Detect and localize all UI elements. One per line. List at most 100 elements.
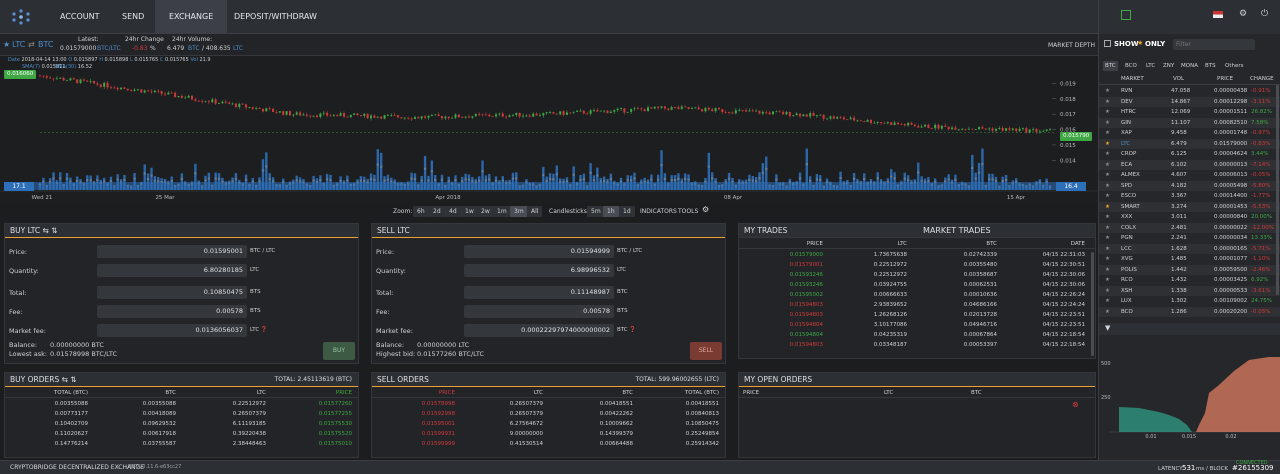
table-row[interactable]: 0.01595001 6.27564672 0.10009662 0.10850475 [372,420,725,429]
table-row[interactable]: 0.10402709 0.09629532 6.11193185 0.01575530 [5,420,358,429]
cancel-order-icon[interactable]: ⊗ [1072,400,1079,409]
list-item[interactable]: ★ HTRC 12.069 0.00001511 26.82% [1099,107,1280,118]
favorite-star-icon[interactable]: ★ [1105,296,1110,307]
table-row[interactable]: 0.01599999 0.41530514 0.00664488 0.25914342 [372,440,725,449]
favorite-star-icon[interactable]: ★ [1105,254,1110,265]
list-item[interactable]: ★ SMART 3.274 0.00001453 -5.53% [1099,201,1280,212]
list-item[interactable]: ★ XAP 9.458 0.00001748 -0.97% [1099,128,1280,139]
list-item[interactable]: ★ XSH 1.338 0.00000533 -3.61% [1099,285,1280,297]
favorite-star-icon[interactable]: ★ [1105,286,1110,297]
favorite-star-icon[interactable]: ★ [1105,181,1110,192]
market-tab-mona[interactable]: MONA [1179,61,1200,71]
list-item[interactable]: ★ XXX 3.011 0.00000840 20.00% [1099,212,1280,223]
highest-bid-value[interactable]: 0.01577260 BTC/LTC [417,350,484,358]
list-item[interactable]: ★ RVN 47.058 0.00000438 -0.91% [1099,86,1280,97]
price-chart[interactable]: Date 2018-04-14 13:00 O 0.015897 H 0.015… [0,56,1098,202]
list-item[interactable]: ★ PGN 2.241 0.00000034 13.33% [1099,233,1280,244]
favorite-star-icon[interactable]: ★ [1105,307,1110,318]
power-icon[interactable]: ⏻ [1261,9,1268,19]
favorite-star-icon[interactable]: ★ [1105,139,1110,150]
buy-total-input[interactable]: 0.10850475 [97,286,247,299]
favorite-star-icon[interactable]: ★ [1105,160,1110,171]
table-row[interactable]: 0.14776214 0.03755587 2.38448463 0.01575010 [5,440,358,449]
favorite-star-icon[interactable]: ★ [1105,107,1110,118]
favorite-star-icon[interactable]: ★ [1105,118,1110,129]
buy-button[interactable]: BUY [323,342,355,360]
candle-1d[interactable]: 1d [619,206,635,217]
table-row[interactable]: 0.01578998 0.26507379 0.00418551 0.00418551 [372,400,725,409]
table-row[interactable]: 0.01579001 0.22512972 0.00355480 04/15 22:3… [739,261,1095,270]
list-item[interactable]: ★ CROP 6.125 0.00004624 3.44% [1099,149,1280,160]
table-row[interactable]: 0.00773177 0.00418089 0.26507379 0.01577255 [5,410,358,419]
depth-collapse-bar[interactable]: ▼ [1099,323,1280,335]
star-icon[interactable]: ★ [3,40,10,49]
table-row[interactable]: 0.01592998 0.26507379 0.00422262 0.00840813 [372,410,725,419]
list-item[interactable]: ★ BCO 1.286 0.00020200 -0.05% [1099,306,1280,318]
table-row[interactable]: 0.01593246 0.03924755 0.00062531 04/15 22:3… [739,281,1095,290]
sell-balance-value[interactable]: 0.00000000 LTC [417,341,469,349]
zoom-1w[interactable]: 1w [461,206,478,217]
favorite-star-icon[interactable]: ★ [1105,149,1110,160]
favorite-star-icon[interactable]: ★ [1105,265,1110,276]
flag-icon[interactable] [1213,11,1223,18]
favorite-star-icon[interactable]: ★ [1105,86,1110,97]
table-row[interactable]: 0.01599931 9.00000000 0.14399379 0.25249854 [372,430,725,439]
market-tab-zny[interactable]: ZNY [1161,61,1176,71]
sell-price-input[interactable]: 0.01594999 [464,245,614,258]
my-trades-tab[interactable]: MY TRADES [744,226,787,235]
sell-qty-input[interactable]: 6.98996532 [464,264,614,277]
settings-icon[interactable]: ⚙ [1239,9,1247,19]
table-row[interactable]: 0.01594803 1.26268126 0.02013728 04/15 22:2… [739,311,1095,320]
list-item[interactable]: ★ ALMEX 4.607 0.00006013 -0.05% [1099,170,1280,181]
list-item[interactable]: ★ COLX 2.481 0.00000022 -12.00% [1099,222,1280,233]
list-item[interactable]: ★ GIN 11.107 0.00082510 7.58% [1099,117,1280,129]
buy-qty-input[interactable]: 6.80280185 [97,264,247,277]
indicators-button[interactable]: INDICATORS [640,206,677,217]
trades-scrollbar[interactable] [1091,252,1094,356]
list-item[interactable]: ★ LTC 6.479 0.01579000 -0.83% [1099,138,1280,150]
list-item[interactable]: ★ LUX 1.302 0.00109002 24.75% [1099,296,1280,307]
market-tab-bco[interactable]: BCO [1123,61,1139,71]
favorite-star-icon[interactable]: ★ [1105,191,1110,202]
table-row[interactable]: 0.01594803 2.93839652 0.04686166 04/15 22:2… [739,301,1095,310]
zoom-4d[interactable]: 4d [445,206,461,217]
list-item[interactable]: ★ SPD 4.182 0.00005498 -5.80% [1099,180,1280,192]
table-row[interactable]: 0.01579000 1.73675638 0.02742339 04/15 22:3… [739,251,1095,260]
market-depth-toggle[interactable]: MARKET DEPTH [1048,42,1095,49]
tools-button[interactable]: TOOLS [678,206,698,217]
market-tab-btc[interactable]: BTC [1103,61,1118,71]
zoom-2d[interactable]: 2d [429,206,445,217]
table-row[interactable]: 0.01595002 0.00666633 0.00010636 04/15 22:2… [739,291,1095,300]
sell-total-input[interactable]: 0.11148987 [464,286,614,299]
nav-send[interactable]: SEND [108,0,158,34]
pair-base[interactable]: LTC [12,40,25,49]
nav-account[interactable]: ACCOUNT [46,0,114,34]
gear-icon[interactable]: ⚙ [702,204,709,215]
list-item[interactable]: ★ XVG 1.485 0.00001077 -1.10% [1099,254,1280,265]
table-row[interactable]: 0.01594804 0.04235319 0.00067864 04/15 22:1… [739,331,1095,340]
list-item[interactable]: ★ DEV 14.867 0.00012298 -3.11% [1099,96,1280,108]
favorite-star-icon[interactable]: ★ [1105,244,1110,255]
table-row[interactable]: 0.01594803 0.03348187 0.00053397 04/15 22:1… [739,341,1095,350]
buy-balance-value[interactable]: 0.00000000 BTC [50,341,104,349]
table-row[interactable]: 0.00355088 0.00355088 0.22512972 0.01577260 [5,400,358,409]
favorite-star-icon[interactable]: ★ [1105,170,1110,181]
zoom-1m[interactable]: 1m [493,206,511,217]
grid-icon[interactable] [1121,10,1131,20]
market-trades-tab[interactable]: MARKET TRADES [923,224,991,238]
candle-1h[interactable]: 1h [603,206,619,217]
zoom-2w[interactable]: 2w [477,206,494,217]
zoom-6h[interactable]: 6h [413,206,429,217]
zoom-3m[interactable]: 3m [510,206,528,217]
markets-scrollbar[interactable] [1276,85,1279,295]
table-row[interactable]: 0.01593246 0.22512972 0.00358687 04/15 22:3… [739,271,1095,280]
show-only-checkbox[interactable] [1104,40,1111,47]
favorite-star-icon[interactable]: ★ [1105,97,1110,108]
list-item[interactable]: ★ POLIS 1.442 0.00059500 -2.46% [1099,264,1280,276]
favorite-star-icon[interactable]: ★ [1105,128,1110,139]
market-filter-input[interactable] [1173,39,1255,50]
pair-quote[interactable]: BTC [38,40,54,49]
favorite-star-icon[interactable]: ★ [1105,275,1110,286]
table-row[interactable]: 0.01594804 3.10177086 0.04946716 04/15 22:2… [739,321,1095,330]
list-item[interactable]: ★ RCO 1.432 0.00003425 6.92% [1099,275,1280,286]
